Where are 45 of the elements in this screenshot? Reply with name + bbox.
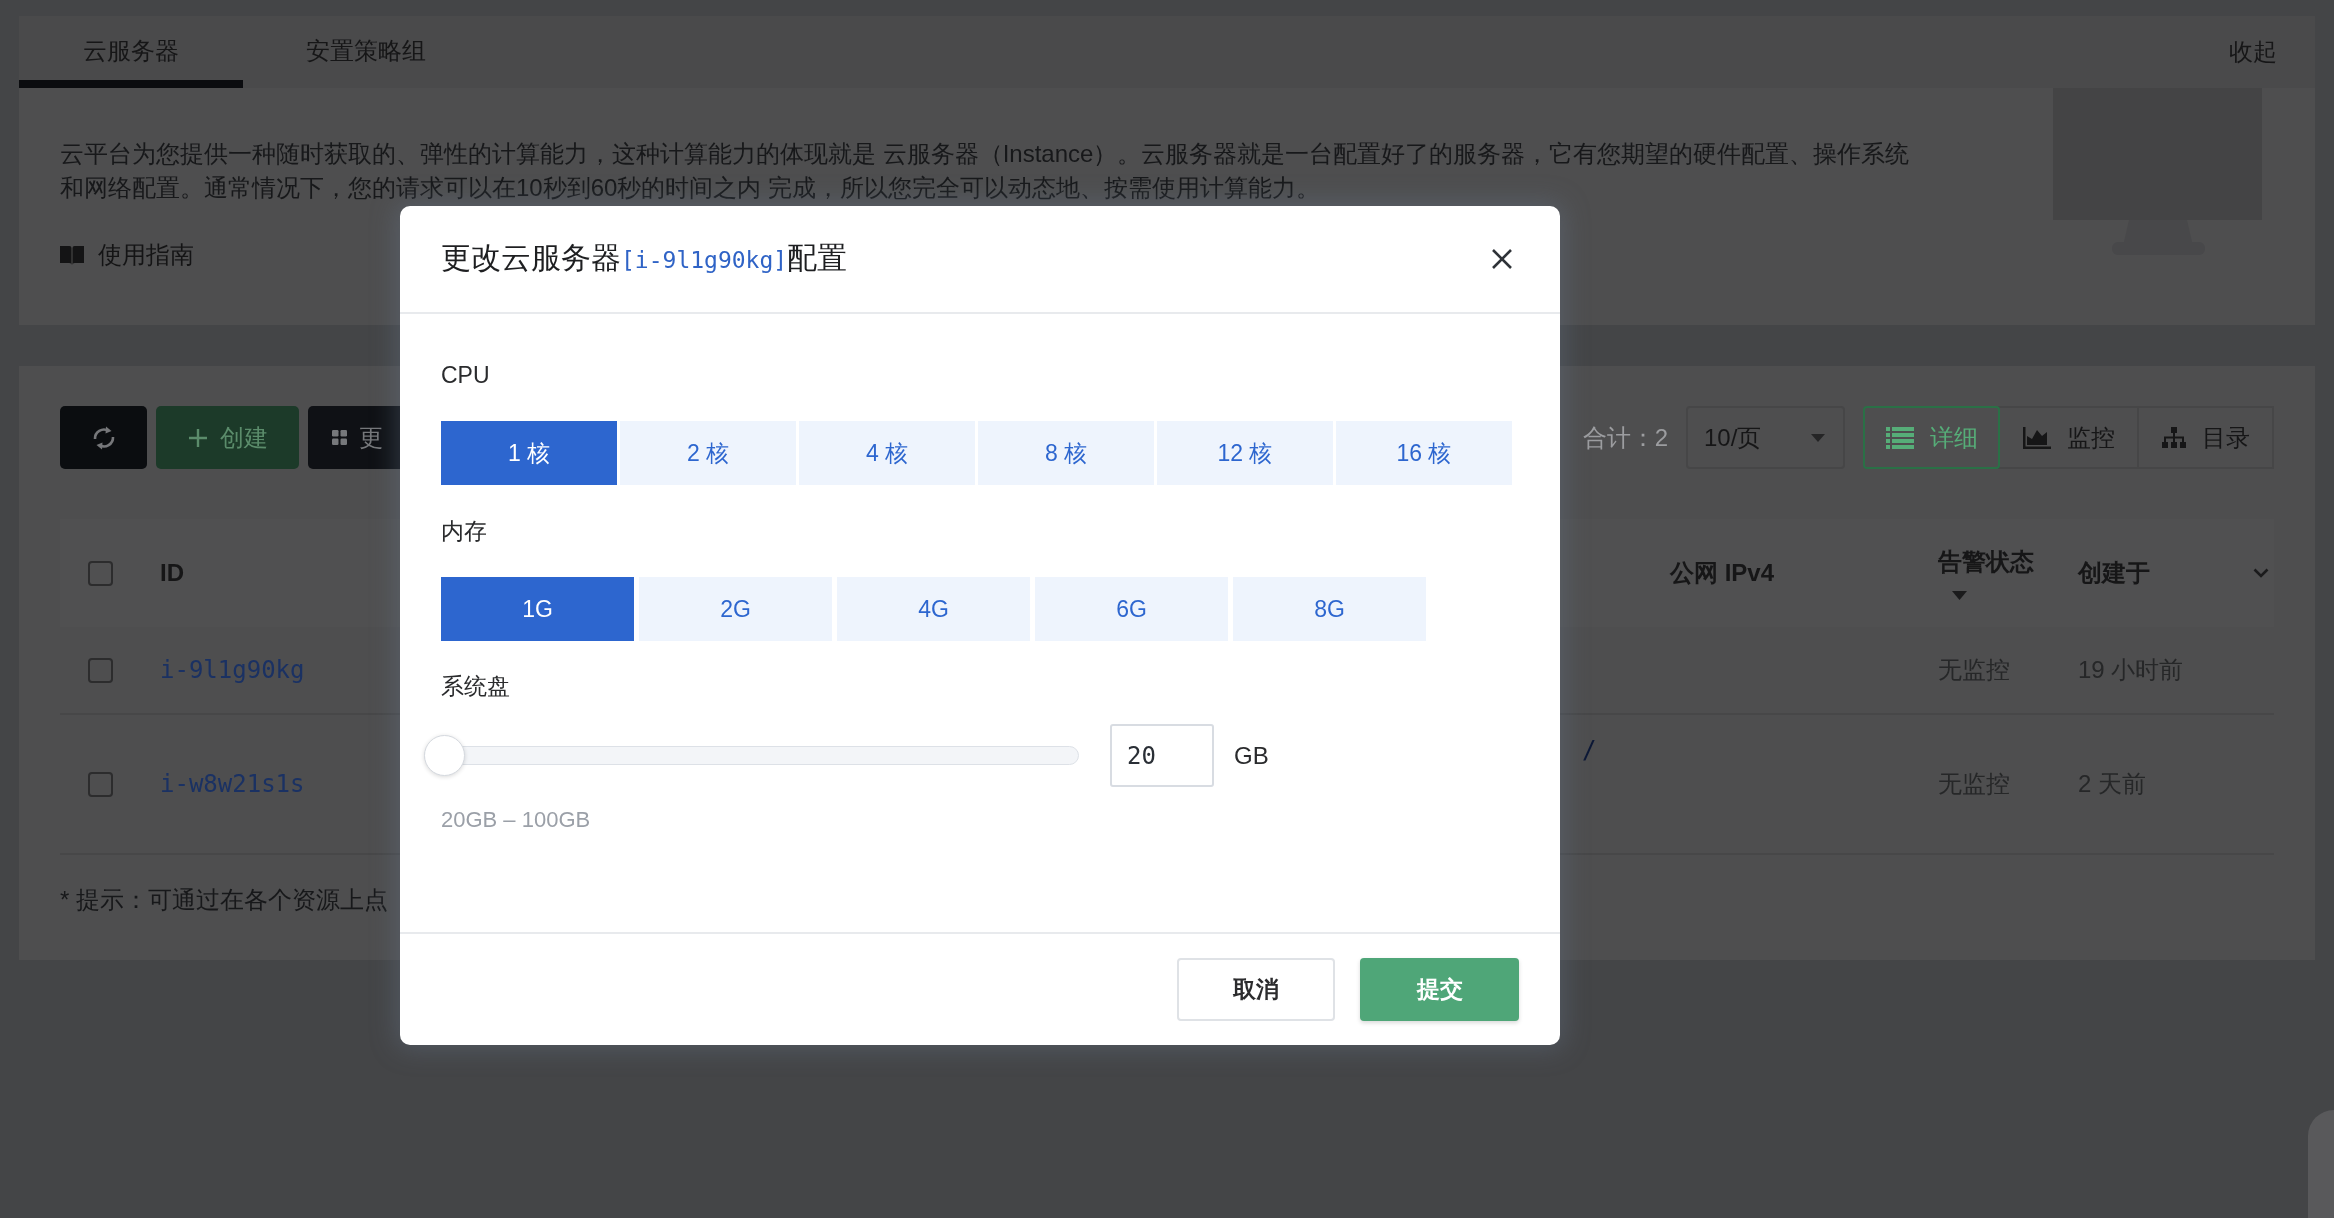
memory-option[interactable]: 4G (837, 577, 1030, 641)
column-header: 告警状态 (1938, 546, 2034, 577)
cpu-option[interactable]: 12 核 (1157, 421, 1333, 485)
grid-icon (332, 430, 347, 445)
field-label: 系统盘 (441, 672, 510, 701)
field-label: 内存 (441, 517, 487, 546)
plus-icon (187, 427, 208, 448)
memory-option[interactable]: 1G (441, 577, 634, 641)
table-cell: / (1582, 736, 1597, 764)
cpu-option[interactable]: 8 核 (978, 421, 1154, 485)
checkbox[interactable] (88, 771, 113, 797)
checkbox[interactable] (88, 560, 113, 586)
field-label: CPU (441, 361, 490, 390)
cancel-button[interactable]: 取消 (1177, 958, 1335, 1021)
cpu-option[interactable]: 2 核 (620, 421, 796, 485)
caret-down-icon (1811, 433, 1825, 442)
sort-caret-icon[interactable] (1952, 590, 1967, 600)
submit-button[interactable]: 提交 (1360, 958, 1519, 1021)
more-button[interactable]: 更 (308, 406, 400, 469)
disk-size-input[interactable]: 20 (1110, 724, 1214, 787)
total-count: 合计：2 (1582, 422, 1668, 453)
cpu-option[interactable]: 16 核 (1336, 421, 1512, 485)
memory-option[interactable]: 2G (639, 577, 832, 641)
slider-thumb[interactable] (424, 735, 465, 776)
area-chart-icon (2022, 426, 2051, 449)
close-icon[interactable] (1491, 248, 1513, 270)
dialog-title: 更改云服务器[i-9l1g90kg]配置 (441, 240, 848, 276)
cpu-option[interactable]: 1 核 (441, 421, 617, 485)
book-icon (60, 245, 84, 265)
hierarchy-icon (2161, 426, 2186, 449)
create-button[interactable]: 创建 (156, 406, 299, 469)
unit-label: GB (1234, 740, 1269, 771)
chevron-down-icon[interactable] (2253, 568, 2269, 578)
cpu-option[interactable]: 4 核 (799, 421, 975, 485)
column-header: 创建于 (2078, 558, 2150, 588)
view-button[interactable]: 详细 (1863, 406, 2000, 469)
column-header: 公网 IPv4 (1670, 558, 1775, 588)
checkbox[interactable] (88, 657, 113, 683)
memory-option[interactable]: 6G (1035, 577, 1228, 641)
memory-option[interactable]: 8G (1233, 577, 1426, 641)
refresh-button[interactable] (60, 406, 147, 469)
range-text: 20GB – 100GB (441, 806, 591, 834)
slider-track[interactable] (424, 735, 1079, 776)
list-icon (1885, 426, 1914, 449)
column-header: ID (160, 558, 184, 588)
